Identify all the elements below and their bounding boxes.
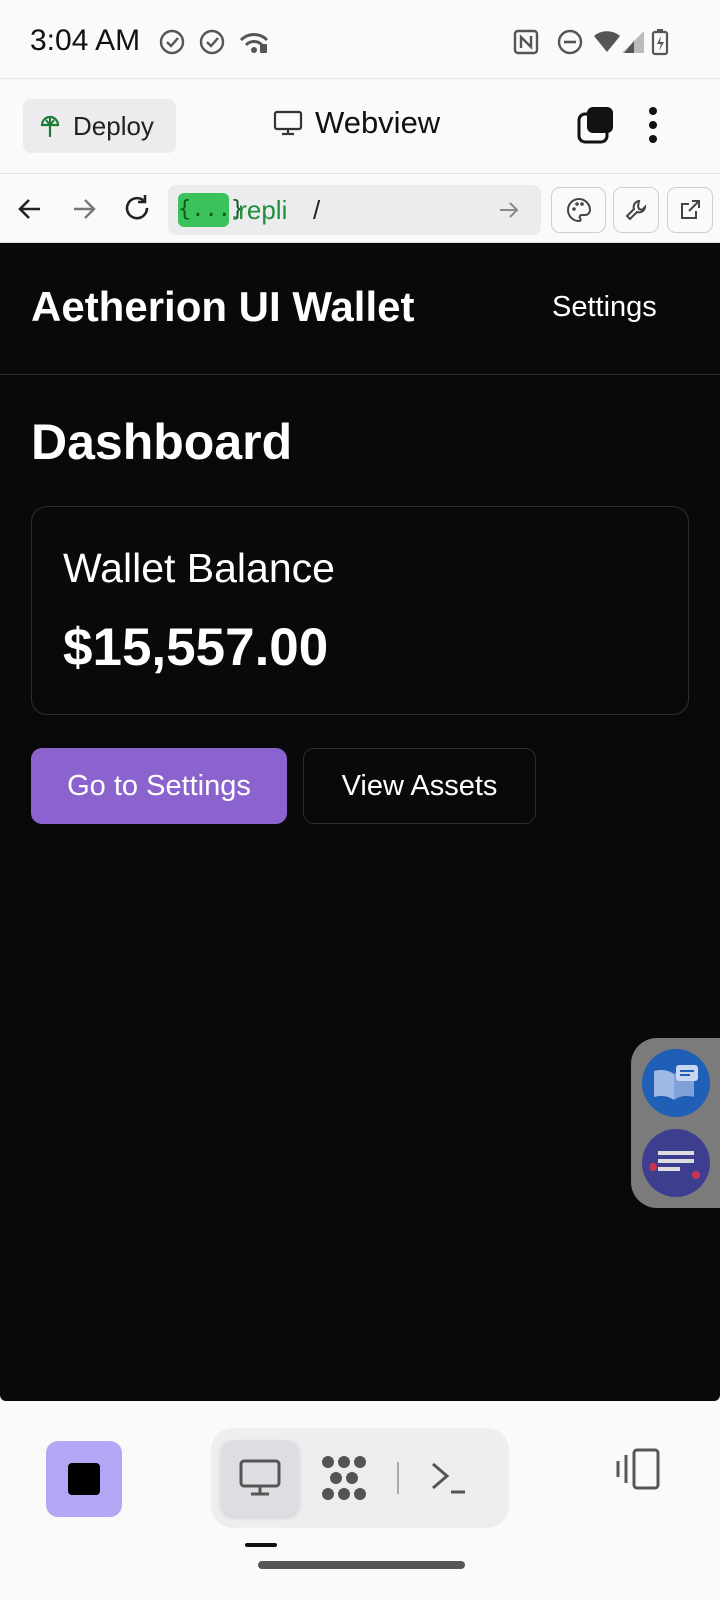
webview-content: Aetherion UI Wallet Settings Dashboard W…	[0, 243, 720, 1401]
reader-button[interactable]	[642, 1049, 710, 1117]
go-to-settings-button[interactable]: Go to Settings	[31, 748, 287, 824]
url-input[interactable]: {...} .repli /	[168, 185, 541, 235]
wallet-balance-card: Wallet Balance $15,557.00	[31, 506, 689, 715]
app-header: Deploy Webview	[0, 78, 720, 174]
site-brand[interactable]: Aetherion UI Wallet	[31, 283, 414, 331]
page-title: Dashboard	[31, 414, 293, 470]
deploy-button[interactable]: Deploy	[23, 99, 176, 153]
bottom-toolbar	[0, 1401, 720, 1600]
check-circle-icon	[199, 29, 225, 55]
tabs-switcher-icon[interactable]	[576, 105, 616, 145]
status-bar: 3:04 AM	[0, 0, 720, 78]
captions-button[interactable]	[642, 1129, 710, 1197]
palette-icon	[566, 197, 591, 223]
devtools-theme-button[interactable]	[551, 187, 606, 233]
url-path: /	[313, 195, 321, 225]
signal-icon	[622, 31, 644, 53]
site-navbar: Aetherion UI Wallet Settings	[0, 243, 720, 375]
open-new-tab-button[interactable]	[667, 187, 713, 233]
check-circle-icon	[159, 29, 185, 55]
webview-tab-title[interactable]: Webview	[273, 105, 440, 141]
wrench-icon	[625, 199, 647, 221]
more-vert-icon[interactable]	[647, 105, 659, 145]
nav-settings-link[interactable]: Settings	[552, 291, 657, 324]
deploy-icon	[40, 115, 60, 137]
devtools-button[interactable]	[613, 187, 659, 233]
status-time: 3:04 AM	[30, 24, 141, 57]
divider	[397, 1462, 399, 1494]
apps-grid-icon[interactable]	[320, 1454, 368, 1502]
balance-value: $15,557.00	[63, 618, 329, 677]
view-assets-button[interactable]: View Assets	[303, 748, 536, 824]
terminal-icon[interactable]	[429, 1458, 469, 1498]
wifi-calling-icon	[239, 33, 269, 53]
subtitles-icon	[650, 1151, 700, 1179]
stop-button[interactable]	[46, 1441, 122, 1517]
back-arrow-icon[interactable]	[16, 195, 44, 223]
monitor-icon	[239, 1459, 281, 1496]
forward-arrow-icon[interactable]	[70, 195, 98, 223]
url-badge: {...}	[178, 193, 244, 227]
nfc-icon	[513, 29, 539, 55]
refresh-icon[interactable]	[122, 193, 152, 223]
stop-icon	[68, 1463, 100, 1495]
view-switcher	[211, 1428, 509, 1528]
go-arrow-icon[interactable]	[498, 200, 520, 220]
home-indicator[interactable]	[258, 1561, 465, 1569]
active-tab-indicator	[245, 1543, 277, 1547]
book-icon	[654, 1065, 698, 1100]
external-link-icon	[681, 200, 700, 219]
page-header-title: Webview	[315, 105, 441, 140]
balance-label: Wallet Balance	[63, 545, 335, 591]
url-host: .repli	[231, 195, 288, 225]
monitor-icon	[273, 110, 303, 136]
dnd-icon	[557, 29, 583, 55]
url-toolbar: {...} .repli /	[0, 175, 720, 243]
deploy-label: Deploy	[73, 110, 154, 141]
floating-tools-panel	[631, 1038, 720, 1208]
battery-charging-icon	[651, 29, 669, 56]
tab-webview[interactable]	[221, 1440, 299, 1516]
panels-icon[interactable]	[615, 1447, 663, 1491]
wifi-icon	[594, 31, 620, 52]
